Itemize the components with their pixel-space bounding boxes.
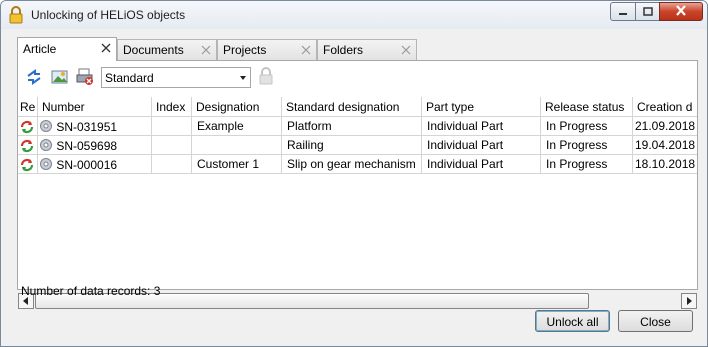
tab-documents[interactable]: Documents <box>117 39 217 60</box>
close-icon <box>675 4 687 19</box>
index-cell <box>152 136 192 155</box>
column-header[interactable]: Number <box>38 97 152 117</box>
number-cell: SN-000016 <box>38 155 152 174</box>
close-button[interactable]: Close <box>618 310 693 332</box>
index-cell <box>152 117 192 136</box>
record-count-label: Number of data records: 3 <box>21 284 161 298</box>
image-view-icon[interactable] <box>51 68 69 86</box>
records-table: Re Number Index Designation Standard des… <box>18 97 697 287</box>
close-tab-icon[interactable] <box>300 44 312 56</box>
tab-article[interactable]: Article <box>17 37 117 61</box>
status-cell <box>18 155 38 174</box>
tab-label: Projects <box>223 43 267 57</box>
maximize-button[interactable] <box>635 2 660 21</box>
standard-designation-cell: Slip on gear mechanism <box>282 155 422 174</box>
print-icon[interactable] <box>76 68 94 86</box>
release-status-cell: In Progress <box>541 136 633 155</box>
part-type-cell: Individual Part <box>422 136 541 155</box>
scroll-right-button[interactable] <box>681 293 697 309</box>
creation-date-cell: 19.04.2018 <box>633 136 697 155</box>
refresh-status-icon <box>20 120 34 134</box>
maximize-icon <box>642 5 653 19</box>
number-cell: SN-059698 <box>38 136 152 155</box>
article-number: SN-031951 <box>56 120 118 134</box>
refresh-arrows-icon[interactable] <box>25 68 43 86</box>
number-cell: SN-031951 <box>38 117 152 136</box>
release-status-cell: In Progress <box>541 117 633 136</box>
tab-folders[interactable]: Folders <box>317 39 417 60</box>
lock-disabled-icon <box>257 66 275 85</box>
article-number: SN-059698 <box>56 139 118 153</box>
dialog-content: Article Documents Projects Folders Stand… <box>7 29 701 341</box>
creation-date-cell: 18.10.2018 <box>633 155 697 174</box>
standard-designation-cell: Railing <box>282 136 422 155</box>
minimize-button[interactable] <box>610 2 636 21</box>
index-cell <box>152 155 192 174</box>
release-status-cell: In Progress <box>541 155 633 174</box>
gear-icon <box>40 120 52 132</box>
window-title: Unlocking of HELiOS objects <box>31 8 186 22</box>
tab-label: Documents <box>123 43 184 57</box>
column-header[interactable]: Designation <box>192 97 282 117</box>
status-cell <box>18 136 38 155</box>
creation-date-cell: 21.09.2018 <box>633 117 697 136</box>
toolbar: Standard <box>18 61 523 95</box>
close-tab-icon[interactable] <box>100 42 112 54</box>
view-select[interactable]: Standard <box>101 67 251 88</box>
status-cell <box>18 117 38 136</box>
minimize-icon <box>618 5 628 19</box>
arrow-right-icon <box>687 297 692 305</box>
article-number: SN-000016 <box>56 158 118 172</box>
tab-projects[interactable]: Projects <box>217 39 317 60</box>
part-type-cell: Individual Part <box>422 117 541 136</box>
column-header[interactable]: Index <box>152 97 192 117</box>
close-window-button[interactable] <box>659 2 703 21</box>
window-controls <box>610 2 703 21</box>
refresh-status-icon <box>20 158 34 172</box>
chevron-down-icon <box>240 76 246 80</box>
part-type-cell: Individual Part <box>422 155 541 174</box>
column-header[interactable]: Re <box>18 97 38 117</box>
gear-icon <box>40 158 52 170</box>
column-header[interactable]: Standard designation <box>282 97 422 117</box>
title-bar[interactable]: Unlocking of HELiOS objects <box>1 1 707 29</box>
gear-icon <box>40 139 52 151</box>
tab-label: Folders <box>323 43 364 57</box>
standard-designation-cell: Platform <box>282 117 422 136</box>
refresh-status-icon <box>20 139 34 153</box>
designation-cell <box>192 136 282 155</box>
column-header[interactable]: Creation d <box>633 97 697 117</box>
close-tab-icon[interactable] <box>200 44 212 56</box>
designation-cell: Example <box>192 117 282 136</box>
column-header[interactable]: Part type <box>422 97 541 117</box>
designation-cell: Customer 1 <box>192 155 282 174</box>
column-header[interactable]: Release status <box>541 97 633 117</box>
lock-icon <box>8 6 24 24</box>
view-select-value: Standard <box>105 71 154 85</box>
tab-label: Article <box>23 42 57 56</box>
article-panel: Standard Re Number Index Designation Sta… <box>17 60 698 309</box>
dialog-window: Unlocking of HELiOS objects Article Docu… <box>0 0 708 347</box>
close-tab-icon[interactable] <box>400 44 412 56</box>
unlock-all-button[interactable]: Unlock all <box>535 310 610 332</box>
